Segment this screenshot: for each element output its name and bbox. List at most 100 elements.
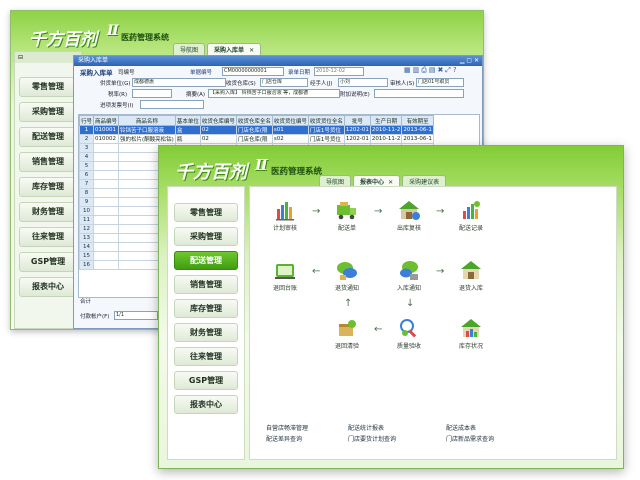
reviewer-field[interactable]: 门店01号职员 — [416, 78, 464, 87]
supplier-field[interactable]: 成都德惠 — [132, 78, 226, 87]
back-menu-retail[interactable]: 零售管理 — [19, 77, 77, 97]
table-cell[interactable]: 2013-06-1 — [401, 134, 434, 144]
back-tab-purchase-inbound[interactable]: 采购入库单 ✕ — [207, 43, 262, 55]
doc-toolbar-icons[interactable]: ▦▥⎙▤✖⤢? — [404, 66, 459, 75]
table-cell[interactable]: 门店仓库(限 — [235, 125, 273, 135]
table-row[interactable]: 1 010001 铃铛苦子口服溶液盒 02 门店仓库(限 s01 门店1号货位 1202-01… — [79, 125, 434, 135]
link-store-request-plan[interactable]: 门店要货计划查询 — [348, 434, 396, 443]
table-cell[interactable]: 门店1号货位 — [307, 125, 345, 135]
node-outbound-recheck[interactable]: 出库复核 — [382, 199, 436, 232]
row-number-cell[interactable]: 13 — [79, 233, 95, 243]
menu-distribution[interactable]: 配送管理 — [174, 251, 238, 270]
node-distribution-order[interactable]: 配送单 — [320, 199, 374, 232]
table-cell[interactable] — [93, 152, 120, 162]
menu-purchase[interactable]: 采购管理 — [174, 227, 238, 246]
link-store-new-demand[interactable]: 门店新品需求查询 — [446, 434, 494, 443]
back-menu-distribution[interactable]: 配送管理 — [19, 127, 77, 147]
back-menu-purchase[interactable]: 采购管理 — [19, 102, 77, 122]
menu-accounts[interactable]: 往来管理 — [174, 347, 238, 366]
row-number-cell[interactable]: 6 — [79, 170, 95, 180]
table-cell[interactable]: 盒 — [174, 125, 201, 135]
window-controls-icon[interactable]: ▁ ▢ ✕ — [460, 56, 479, 66]
node-return-ledger[interactable]: 退回台账 — [258, 259, 312, 292]
back-menu-sales[interactable]: 销售管理 — [19, 152, 77, 172]
back-tab-nav-map[interactable]: 导航图 — [173, 43, 206, 55]
row-number-cell[interactable]: 16 — [79, 260, 95, 270]
back-menu-reports[interactable]: 报表中心 — [19, 277, 77, 297]
table-cell[interactable] — [93, 179, 120, 189]
close-icon[interactable]: ✕ — [249, 47, 254, 54]
table-cell[interactable]: 铃铛苦子口服溶液 — [118, 125, 176, 135]
table-cell[interactable]: 强的松片(酮酸亮松钴) — [118, 134, 176, 144]
back-menu-inventory[interactable]: 库存管理 — [19, 177, 77, 197]
table-cell[interactable]: 02 — [199, 125, 237, 135]
table-cell[interactable] — [93, 143, 120, 153]
row-number-cell[interactable]: 15 — [79, 251, 95, 261]
table-cell[interactable]: 瓶 — [174, 134, 201, 144]
link-distribution-stats[interactable]: 配送统计报表 — [348, 423, 384, 432]
row-number-cell[interactable]: 3 — [79, 143, 95, 153]
tax-field[interactable] — [132, 89, 172, 98]
row-number-cell[interactable]: 7 — [79, 179, 95, 189]
node-inbound-notice[interactable]: 入库通知 — [382, 259, 436, 292]
row-number-cell[interactable]: 14 — [79, 242, 95, 252]
link-distribution-cost[interactable]: 配送成本表 — [446, 423, 476, 432]
table-cell[interactable] — [93, 242, 120, 252]
table-cell[interactable] — [93, 251, 120, 261]
collapse-icon[interactable]: ⊟ — [18, 54, 23, 61]
table-cell[interactable]: 02 — [199, 134, 237, 144]
row-number-cell[interactable]: 9 — [79, 197, 95, 207]
table-column-header[interactable]: 基本单位 — [174, 115, 201, 126]
node-return-inspect[interactable]: 退回清验 — [320, 317, 374, 350]
table-column-header[interactable]: 行号 — [79, 115, 95, 126]
node-plan-review[interactable]: 计划审核 — [258, 199, 312, 232]
menu-finance[interactable]: 财务管理 — [174, 323, 238, 342]
node-return-notice[interactable]: 退货通知 — [320, 259, 374, 292]
order-no-field[interactable]: CM00000000001 — [222, 67, 284, 76]
table-cell[interactable]: s01 — [271, 125, 309, 135]
row-number-cell[interactable]: 11 — [79, 215, 95, 225]
row-number-cell[interactable]: 8 — [79, 188, 95, 198]
back-menu-accounts[interactable]: 往来管理 — [19, 227, 77, 247]
table-cell[interactable] — [93, 260, 120, 270]
node-distribution-record[interactable]: 配送记录 — [444, 199, 498, 232]
table-cell[interactable] — [93, 215, 120, 225]
table-column-header[interactable]: 生产日期 — [369, 115, 403, 126]
table-cell[interactable]: 1202-01 — [343, 125, 371, 135]
table-cell[interactable]: 010001 — [93, 125, 120, 135]
table-column-header[interactable]: 收货仓库编号 — [199, 115, 237, 126]
table-cell[interactable]: 2013-06-1 — [401, 125, 434, 135]
menu-gsp[interactable]: GSP管理 — [174, 371, 238, 390]
table-cell[interactable] — [93, 206, 120, 216]
table-column-header[interactable]: 商品编号 — [93, 115, 120, 126]
table-cell[interactable] — [93, 170, 120, 180]
row-number-cell[interactable]: 2 — [79, 134, 95, 144]
table-column-header[interactable]: 商品名称 — [118, 115, 176, 126]
table-cell[interactable]: 1202-01 — [343, 134, 371, 144]
node-quality-check[interactable]: 质量验收 — [382, 317, 436, 350]
table-cell[interactable]: s02 — [271, 134, 309, 144]
invoice-field[interactable] — [140, 100, 204, 109]
node-stock-status[interactable]: 库存状况 — [444, 317, 498, 350]
menu-inventory[interactable]: 库存管理 — [174, 299, 238, 318]
summary-field[interactable]: 【采购入库】 铃铛苦子口服溶液 等，成都德 — [208, 89, 340, 98]
table-cell[interactable] — [93, 224, 120, 234]
handler-field[interactable]: 小刘 — [338, 78, 388, 87]
row-number-cell[interactable]: 10 — [79, 206, 95, 216]
pay-account-field[interactable]: 1/1 — [114, 311, 158, 320]
link-self-store-mgmt[interactable]: 自营店畅滞管理 — [266, 423, 308, 432]
table-column-header[interactable]: 批号 — [343, 115, 371, 126]
warehouse-field[interactable]: 门店仓库 — [260, 78, 308, 87]
date-field[interactable]: 2010-12-02 — [314, 67, 364, 76]
table-cell[interactable] — [93, 161, 120, 171]
row-number-cell[interactable]: 5 — [79, 161, 95, 171]
table-cell[interactable]: 门店1号货位 — [307, 134, 345, 144]
table-cell[interactable] — [93, 188, 120, 198]
table-column-header[interactable]: 收货货位编号 — [271, 115, 309, 126]
table-cell[interactable]: 门店仓库(限 — [235, 134, 273, 144]
table-cell[interactable] — [93, 233, 120, 243]
table-row[interactable]: 2 010002 强的松片(酮酸亮松钴) 瓶 02 门店仓库(限 s02 门店1号货位 1202… — [79, 134, 434, 144]
node-return-inbound[interactable]: 退货入库 — [444, 259, 498, 292]
table-cell[interactable]: 2010-11-2 — [369, 125, 403, 135]
link-distribution-diff[interactable]: 配送差异查询 — [266, 434, 302, 443]
